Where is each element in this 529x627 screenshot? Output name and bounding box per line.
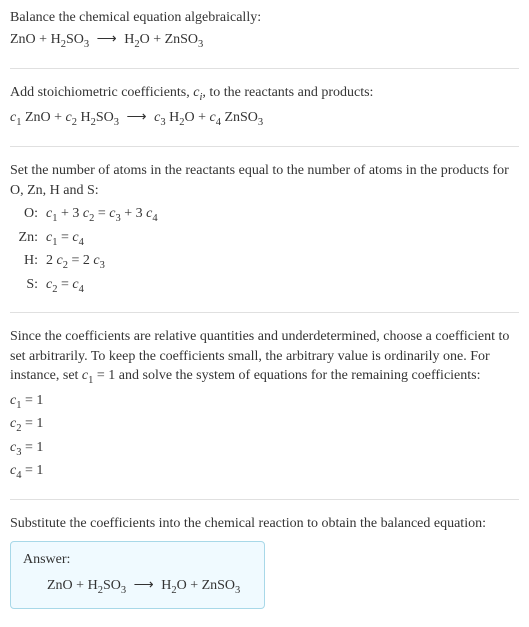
plus: + <box>190 578 198 593</box>
section-atom-balance: Set the number of atoms in the reactants… <box>10 161 519 313</box>
problem-title: Balance the chemical equation algebraica… <box>10 8 519 28</box>
coeff-c1: c1 = 1 <box>10 391 519 413</box>
plus: + <box>76 578 84 593</box>
atom-label: O: <box>10 204 38 224</box>
product-1: H2O <box>124 32 150 47</box>
atom-row-h: H: 2 c2 = 2 c3 <box>10 251 519 273</box>
reactant-1: ZnO <box>10 32 36 47</box>
atom-label: H: <box>10 251 38 271</box>
atom-row-zn: Zn: c1 = c4 <box>10 228 519 250</box>
answer-title: Substitute the coefficients into the che… <box>10 514 519 534</box>
solve-title: Since the coefficients are relative quan… <box>10 327 519 389</box>
product-2: ZnSO3 <box>202 578 241 593</box>
coefficient-solutions: c1 = 1 c2 = 1 c3 = 1 c4 = 1 <box>10 391 519 484</box>
answer-equation: ZnO + H2SO3 ⟶ H2O + ZnSO3 <box>23 576 252 598</box>
reactant-2: H2SO3 <box>88 578 127 593</box>
plus: + <box>39 32 47 47</box>
product-2: ZnSO3 <box>165 32 204 47</box>
coeff-c2: c2 = 1 <box>10 414 519 436</box>
arrow-icon: ⟶ <box>127 110 147 125</box>
arrow-icon: ⟶ <box>134 578 154 593</box>
answer-box: Answer: ZnO + H2SO3 ⟶ H2O + ZnSO3 <box>10 541 265 609</box>
coefficients-title: Add stoichiometric coefficients, ci, to … <box>10 83 519 105</box>
section-solve: Since the coefficients are relative quan… <box>10 327 519 500</box>
reactant-2: H2SO3 <box>51 32 90 47</box>
arrow-icon: ⟶ <box>97 32 117 47</box>
atom-label: S: <box>10 275 38 295</box>
reactant-1: ZnO <box>47 578 73 593</box>
atom-balance-table: O: c1 + 3 c2 = c3 + 3 c4 Zn: c1 = c4 H: … <box>10 204 519 297</box>
section-problem: Balance the chemical equation algebraica… <box>10 8 519 69</box>
atom-row-o: O: c1 + 3 c2 = c3 + 3 c4 <box>10 204 519 226</box>
coeff-c4: c4 = 1 <box>10 461 519 483</box>
answer-label: Answer: <box>23 550 252 570</box>
atom-equation: c1 = c4 <box>46 228 84 250</box>
atom-balance-title: Set the number of atoms in the reactants… <box>10 161 519 200</box>
atom-equation: 2 c2 = 2 c3 <box>46 251 105 273</box>
product-1: H2O <box>161 578 187 593</box>
atom-row-s: S: c2 = c4 <box>10 275 519 297</box>
coefficients-equation: c1 ZnO + c2 H2SO3 ⟶ c3 H2O + c4 ZnSO3 <box>10 108 519 130</box>
atom-equation: c2 = c4 <box>46 275 84 297</box>
coeff-c3: c3 = 1 <box>10 438 519 460</box>
plus: + <box>153 32 161 47</box>
problem-equation: ZnO + H2SO3 ⟶ H2O + ZnSO3 <box>10 30 519 52</box>
section-coefficients: Add stoichiometric coefficients, ci, to … <box>10 83 519 147</box>
atom-equation: c1 + 3 c2 = c3 + 3 c4 <box>46 204 158 226</box>
section-answer: Substitute the coefficients into the che… <box>10 514 519 610</box>
atom-label: Zn: <box>10 228 38 248</box>
